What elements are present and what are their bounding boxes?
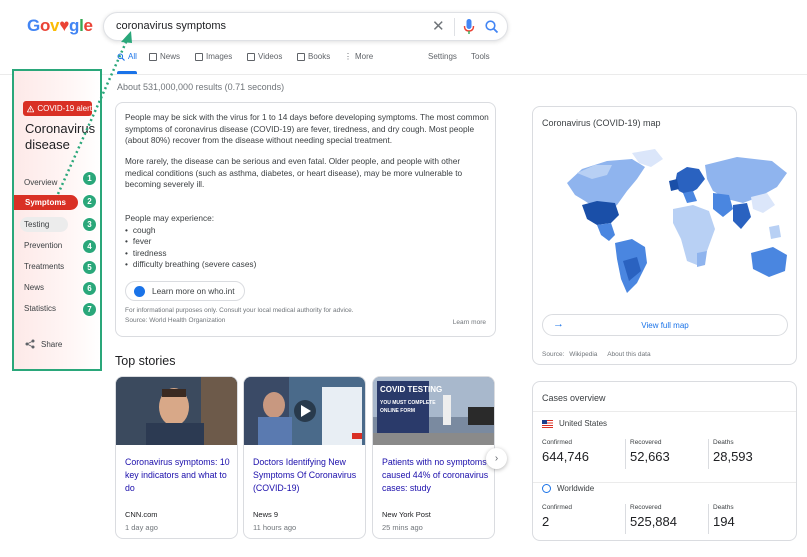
symptoms-paragraph: People may be sick with the virus for 1 … (125, 112, 489, 145)
view-full-map-button[interactable]: → View full map (542, 314, 788, 336)
story-thumbnail: COVID TESTING YOU MUST COMPLETE ONLINE F… (373, 377, 494, 445)
world-recovered: Recovered 525,884 (630, 504, 677, 529)
story-source: CNN.com (125, 510, 158, 519)
learn-more-link[interactable]: Learn more (453, 319, 486, 326)
learn-more-who-button[interactable]: Learn more on who.int (125, 281, 245, 301)
top-stories-heading: Top stories (115, 354, 176, 368)
story-source: News 9 (253, 510, 279, 519)
svg-text:ONLINE FORM: ONLINE FORM (380, 408, 415, 414)
us-confirmed: Confirmed 644,746 (542, 439, 589, 464)
us-recovered: Recovered 52,663 (630, 439, 670, 464)
divider (708, 439, 709, 469)
disclaimer: For informational purposes only. Consult… (125, 307, 354, 314)
story-headline[interactable]: Coronavirus symptoms: 10 key indicators … (125, 456, 233, 495)
story-time: 1 day ago (125, 523, 158, 532)
divider (625, 439, 626, 469)
divider (533, 482, 796, 483)
globe-icon (134, 285, 145, 297)
chevron-right-icon: › (494, 453, 499, 464)
story-headline[interactable]: Doctors Identifying New Symptoms Of Coro… (253, 456, 361, 495)
symptoms-info-box: People may be sick with the virus for 1 … (115, 102, 496, 337)
list-item: difficulty breathing (severe cases) (125, 259, 256, 271)
cases-title: Cases overview (542, 393, 606, 403)
list-item: cough (125, 225, 256, 237)
world-map[interactable] (537, 143, 794, 303)
world-deaths: Deaths 194 (713, 504, 735, 529)
story-time: 11 hours ago (253, 523, 297, 532)
severity-paragraph: More rarely, the disease can be serious … (125, 156, 463, 189)
us-deaths: Deaths 28,593 (713, 439, 753, 464)
globe-icon (542, 484, 551, 493)
svg-text:COVID TESTING: COVID TESTING (380, 385, 442, 394)
us-flag-icon (542, 419, 553, 428)
wikipedia-link[interactable]: Wikipedia (569, 351, 597, 358)
story-time: 25 mins ago (382, 523, 423, 532)
symptom-list: People may experience: cough fever tired… (125, 213, 256, 271)
story-source: New York Post (382, 510, 431, 519)
story-card[interactable]: COVID TESTING YOU MUST COMPLETE ONLINE F… (372, 376, 495, 539)
source-label: Source: World Health Organization (125, 317, 226, 324)
next-stories-button[interactable]: › (486, 448, 507, 469)
divider (708, 504, 709, 534)
story-thumbnail (244, 377, 365, 445)
story-card[interactable]: Coronavirus symptoms: 10 key indicators … (115, 376, 238, 539)
about-data-link[interactable]: About this data (607, 351, 650, 358)
story-headline[interactable]: Patients with no symptoms caused 44% of … (382, 456, 490, 495)
svg-text:YOU MUST COMPLETE: YOU MUST COMPLETE (380, 400, 436, 406)
world-confirmed: Confirmed 2 (542, 504, 572, 529)
list-item: tiredness (125, 248, 256, 260)
map-title: Coronavirus (COVID-19) map (542, 118, 661, 128)
region-worldwide: Worldwide (542, 484, 594, 493)
map-source: Source: Wikipedia About this data (542, 351, 651, 358)
divider (625, 504, 626, 534)
story-thumbnail (116, 377, 237, 445)
experience-label: People may experience: (125, 213, 215, 223)
story-card[interactable]: Doctors Identifying New Symptoms Of Coro… (243, 376, 366, 539)
divider (533, 411, 796, 412)
list-item: fever (125, 236, 256, 248)
region-united-states: United States (542, 419, 607, 428)
covid-map-panel: Coronavirus (COVID-19) map → View full m… (532, 106, 797, 365)
cases-overview-panel: Cases overview United States Confirmed 6… (532, 381, 797, 541)
